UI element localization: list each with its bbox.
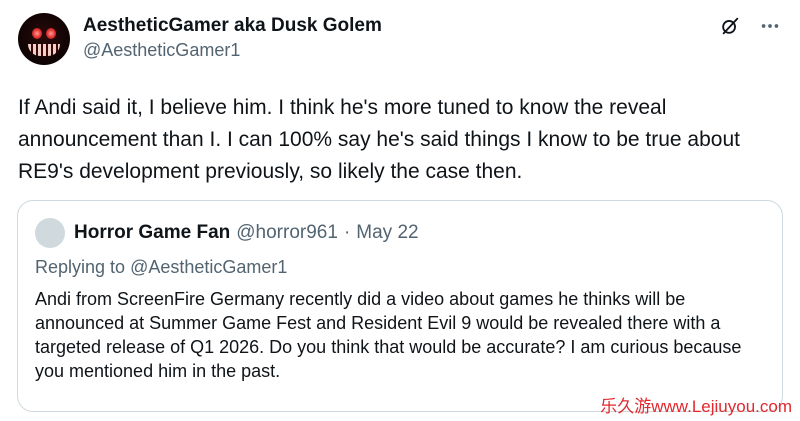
- avatar-mouth: [28, 44, 60, 56]
- quoted-tweet-body: Andi from ScreenFire Germany recently di…: [35, 289, 742, 381]
- quoted-tweet[interactable]: Horror Game Fan @horror961 · May 22 Repl…: [17, 200, 783, 412]
- author-avatar[interactable]: [18, 13, 70, 65]
- quoted-tweet-header: Horror Game Fan @horror961 · May 22: [35, 218, 419, 248]
- author-display-name[interactable]: AestheticGamer aka Dusk Golem: [83, 14, 382, 38]
- quoted-author-avatar: [35, 218, 65, 248]
- avatar-right-eye: [46, 28, 56, 39]
- author-block: AestheticGamer aka Dusk Golem @Aesthetic…: [83, 14, 382, 62]
- more-icon[interactable]: [758, 14, 782, 38]
- tweet-body: If Andi said it, I believe him. I think …: [18, 96, 740, 183]
- quoted-tweet-date: May 22: [356, 222, 419, 243]
- quoted-author-name: Horror Game Fan: [74, 222, 231, 243]
- grok-slash-icon[interactable]: [718, 14, 742, 38]
- watermark: 乐久游www.Lejiuyou.com: [600, 397, 792, 416]
- replying-to-prefix: Replying to: [35, 257, 131, 277]
- dot-separator: ·: [343, 222, 351, 243]
- tweet-actions-top: [718, 14, 782, 38]
- replying-to-mention: @AestheticGamer1: [130, 257, 288, 277]
- replying-to-line: Replying to @AestheticGamer1: [35, 257, 287, 278]
- author-handle[interactable]: @AestheticGamer1: [83, 38, 382, 62]
- quoted-author-handle: @horror961: [236, 222, 338, 243]
- avatar-left-eye: [32, 28, 42, 39]
